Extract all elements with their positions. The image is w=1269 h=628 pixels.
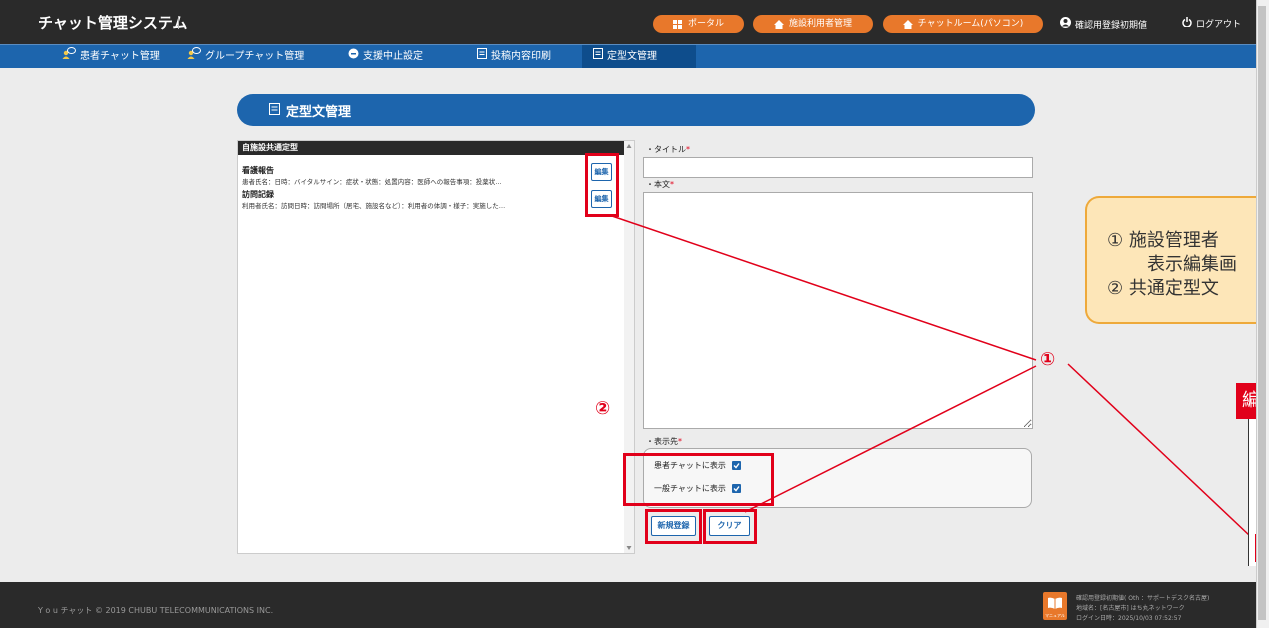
manual-button[interactable]: マニュアル [1043, 592, 1067, 620]
manual-label: マニュアル [1045, 612, 1065, 618]
footer-region-info: 地域名：[名古屋市] はち丸ネットワーク [1076, 605, 1185, 612]
marker-2: ② [595, 398, 611, 419]
copyright-text: Y o u チャット © 2019 CHUBU TELECOMMUNICATIO… [38, 606, 274, 615]
page-scrollbar-thumb[interactable] [1258, 6, 1266, 620]
footer-user-info: 確認用登録初期値( Oth ：サポートデスク名古屋) [1076, 595, 1210, 602]
callout-line-1: ① 施設管理者 [1107, 230, 1219, 251]
footer-login-time: ログイン日時：2025/10/03 07:52:57 [1076, 615, 1182, 622]
callout-line-3: ② 共通定型文 [1107, 278, 1219, 299]
callout-line-2: 表示編集画 [1147, 254, 1237, 275]
annotation-lines [611, 215, 1251, 537]
marker-1: ① [1040, 349, 1056, 370]
callout-text: ① 施設管理者 表示編集画 ② 共通定型文 [1085, 196, 1256, 324]
book-icon [1047, 594, 1063, 613]
